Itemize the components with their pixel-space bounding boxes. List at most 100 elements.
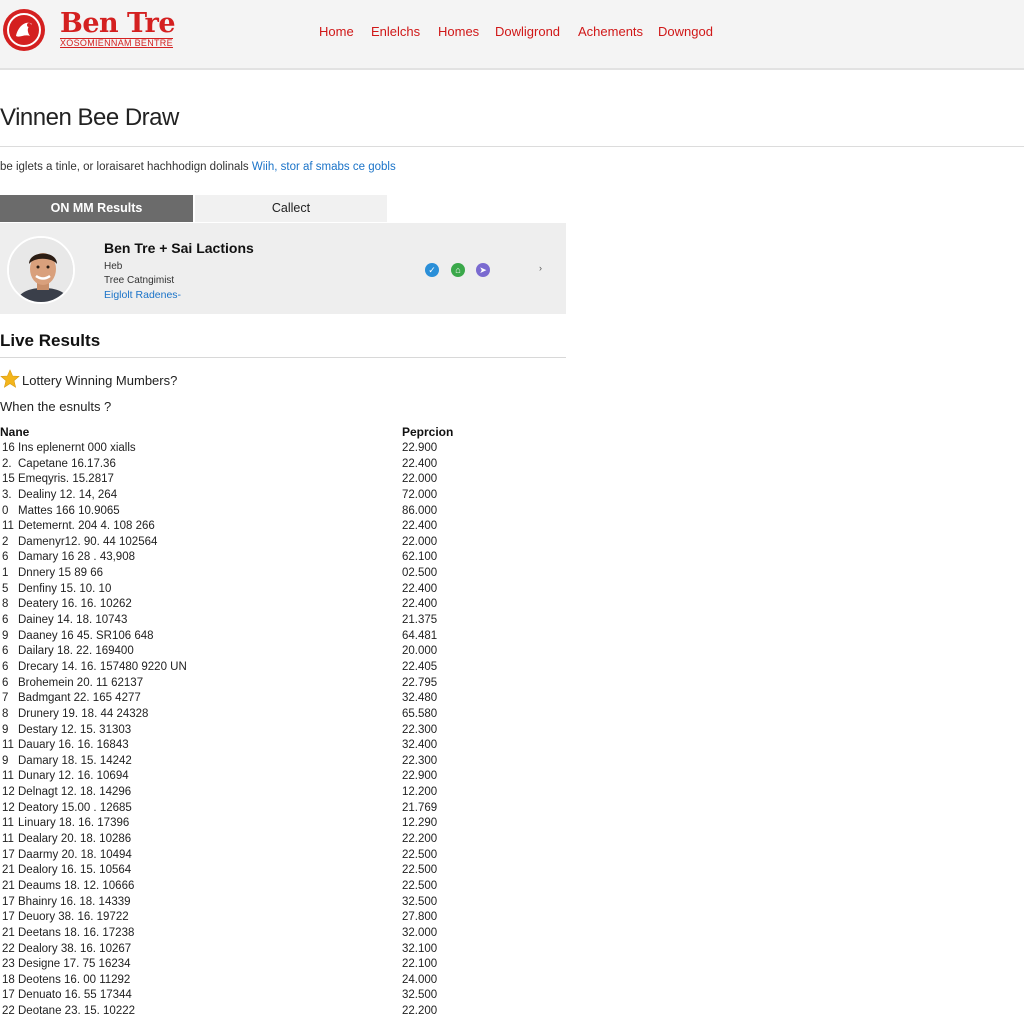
profile-line-1: Heb bbox=[104, 261, 123, 272]
table-row[interactable]: 6 Damary 16 28 . 43,908 62.100 bbox=[0, 551, 566, 567]
table-row[interactable]: 21 Deetans 18. 16. 17238 32.000 bbox=[0, 927, 566, 943]
table-row[interactable]: 6 Dainey 14. 18. 10743 21.375 bbox=[0, 614, 566, 630]
row-value: 32.500 bbox=[402, 895, 438, 908]
row-value: 86.000 bbox=[402, 504, 438, 517]
table-row[interactable]: 6 Dailary 18. 22. 169400 20.000 bbox=[0, 645, 566, 661]
table-row[interactable]: 17 Bhainry 16. 18. 14339 32.500 bbox=[0, 896, 566, 912]
main-nav: Home Enlelchs Homes Dowligrond Achements… bbox=[0, 24, 1024, 44]
row-value: 22.795 bbox=[402, 676, 438, 689]
row-value: 22.900 bbox=[402, 442, 438, 454]
row-value: 32.400 bbox=[402, 739, 438, 752]
tab-results[interactable]: ON MM Results bbox=[0, 195, 193, 222]
row-value: 24.000 bbox=[402, 973, 438, 986]
results-table: 16 Ins eplenernt 000 xialls 22.900 2. Capeta… bbox=[0, 442, 566, 1021]
table-row[interactable]: 11 Dunary 12. 16. 10694 22.900 bbox=[0, 770, 566, 786]
check-badge-icon[interactable]: ✓ bbox=[425, 263, 439, 277]
table-row[interactable]: 17 Denuato 16. 55 17344 32.500 bbox=[0, 989, 566, 1005]
row-number: 6 bbox=[2, 551, 9, 564]
row-name: Dainey 14. 18. 10743 bbox=[18, 614, 128, 627]
table-row[interactable]: 6 Drecary 14. 16. 157480 9220 UN 22.405 bbox=[0, 661, 566, 677]
row-value: 32.480 bbox=[402, 692, 438, 705]
table-row[interactable]: 18 Deotens 16. 00 11292 24.000 bbox=[0, 974, 566, 990]
row-number: 12 bbox=[2, 801, 15, 814]
row-name: Damenyr12. 90. 44 102564 bbox=[18, 535, 158, 548]
row-value: 12.200 bbox=[402, 786, 438, 799]
table-row[interactable]: 21 Dealory 16. 15. 10564 22.500 bbox=[0, 864, 566, 880]
table-row[interactable]: 17 Deuory 38. 16. 19722 27.800 bbox=[0, 911, 566, 927]
nav-link-home[interactable]: Home bbox=[319, 24, 354, 39]
table-row[interactable]: 5 Denfiny 15. 10. 10 22.400 bbox=[0, 583, 566, 599]
row-number: 21 bbox=[2, 864, 15, 877]
nav-link-2[interactable]: Enlelchs bbox=[371, 24, 420, 39]
row-value: 22.400 bbox=[402, 598, 438, 611]
table-row[interactable]: 7 Badmgant 22. 165 4277 32.480 bbox=[0, 692, 566, 708]
table-row[interactable]: 15 Emeqyris. 15.2817 22.000 bbox=[0, 473, 566, 489]
table-row[interactable]: 11 Linuary 18. 16. 17396 12.290 bbox=[0, 817, 566, 833]
home-badge-icon[interactable]: ⌂ bbox=[451, 263, 465, 277]
divider bbox=[0, 357, 566, 358]
row-number: 21 bbox=[2, 879, 15, 892]
table-row[interactable]: 8 Drunery 19. 18. 44 24328 65.580 bbox=[0, 708, 566, 724]
table-row[interactable]: 21 Deaums 18. 12. 10666 22.500 bbox=[0, 880, 566, 896]
row-number: 11 bbox=[2, 833, 14, 846]
row-number: 15 bbox=[2, 473, 15, 486]
tab-callect[interactable]: Callect bbox=[195, 195, 387, 222]
row-value: 21.375 bbox=[402, 614, 438, 627]
table-row[interactable]: 22 Dealory 38. 16. 10267 32.100 bbox=[0, 943, 566, 959]
star-icon bbox=[0, 369, 20, 388]
person-icon bbox=[9, 238, 73, 302]
table-row[interactable]: 6 Brohemein 20. 11 62137 22.795 bbox=[0, 677, 566, 693]
table-row[interactable]: 1 Dnnery 15 89 66 02.500 bbox=[0, 567, 566, 583]
live-results-heading: Live Results bbox=[0, 331, 101, 350]
row-number: 3. bbox=[2, 488, 12, 501]
row-number: 12 bbox=[2, 786, 15, 799]
table-row[interactable]: 12 Delnagt 12. 18. 14296 12.200 bbox=[0, 786, 566, 802]
row-name: Dunary 12. 16. 10694 bbox=[18, 770, 129, 783]
avatar bbox=[7, 236, 75, 304]
row-name: Destary 12. 15. 31303 bbox=[18, 723, 132, 736]
table-row[interactable]: 2. Capetane 16.17.36 22.400 bbox=[0, 458, 566, 474]
table-row[interactable]: 11 Detemernt. 204 4. 108 266 22.400 bbox=[0, 520, 566, 536]
nav-link-5[interactable]: Achements bbox=[578, 24, 643, 39]
row-number: 6 bbox=[2, 660, 9, 673]
intro-link[interactable]: Wiih, stor af smabs ce gobls bbox=[252, 161, 396, 173]
divider bbox=[0, 146, 1024, 147]
nav-link-4[interactable]: Dowligrond bbox=[495, 24, 560, 39]
table-row[interactable]: 17 Daarmy 20. 18. 10494 22.500 bbox=[0, 849, 566, 865]
table-row[interactable]: 9 Daaney 16 45. SR106 648 64.481 bbox=[0, 630, 566, 646]
nav-link-3[interactable]: Homes bbox=[438, 24, 479, 39]
row-number: 17 bbox=[2, 989, 15, 1002]
row-value: 22.405 bbox=[402, 660, 438, 673]
row-name: Drunery 19. 18. 44 24328 bbox=[18, 707, 149, 720]
table-row[interactable]: 2 Damenyr12. 90. 44 102564 22.000 bbox=[0, 536, 566, 552]
row-name: Damary 18. 15. 14242 bbox=[18, 754, 132, 767]
row-value: 32.500 bbox=[402, 989, 438, 1002]
more-icon[interactable]: › bbox=[539, 263, 542, 273]
table-row[interactable]: 9 Destary 12. 15. 31303 22.300 bbox=[0, 724, 566, 740]
profile-card: Ben Tre + Sai Lactions Heb Tree Catngimi… bbox=[0, 223, 566, 314]
table-row[interactable]: 3. Dealiny 12. 14, 264 72.000 bbox=[0, 489, 566, 505]
row-name: Delnagt 12. 18. 14296 bbox=[18, 786, 132, 799]
row-number: 6 bbox=[2, 676, 9, 689]
profile-link[interactable]: Eiglolt Radenes- bbox=[104, 289, 181, 301]
table-row[interactable]: 12 Deatory 15.00 . 12685 21.769 bbox=[0, 802, 566, 818]
table-row[interactable]: 11 Dealary 20. 18. 10286 22.200 bbox=[0, 833, 566, 849]
table-row[interactable]: 11 Dauary 16. 16. 16843 32.400 bbox=[0, 739, 566, 755]
share-badge-icon[interactable]: ➤ bbox=[476, 263, 490, 277]
nav-link-6[interactable]: Downgod bbox=[658, 24, 713, 39]
row-value: 65.580 bbox=[402, 707, 438, 720]
row-number: 7 bbox=[2, 692, 9, 705]
row-value: 22.000 bbox=[402, 535, 438, 548]
table-row[interactable]: 23 Designe 17. 75 16234 22.100 bbox=[0, 958, 566, 974]
table-row[interactable]: 16 Ins eplenernt 000 xialls 22.900 bbox=[0, 442, 566, 458]
table-row[interactable]: 8 Deatery 16. 16. 10262 22.400 bbox=[0, 598, 566, 614]
intro-text: be iglets a tinle, or loraisaret hachhod… bbox=[0, 161, 396, 173]
row-number: 16 bbox=[2, 442, 15, 454]
row-value: 22.100 bbox=[402, 958, 438, 971]
row-number: 8 bbox=[2, 707, 9, 720]
row-value: 32.100 bbox=[402, 942, 438, 955]
table-row[interactable]: 9 Damary 18. 15. 14242 22.300 bbox=[0, 755, 566, 771]
table-row[interactable]: 0 Mattes 166 10.9065 86.000 bbox=[0, 505, 566, 521]
row-number: 23 bbox=[2, 958, 15, 971]
table-row[interactable]: 22 Deotane 23. 15. 10222 22.200 bbox=[0, 1005, 566, 1021]
